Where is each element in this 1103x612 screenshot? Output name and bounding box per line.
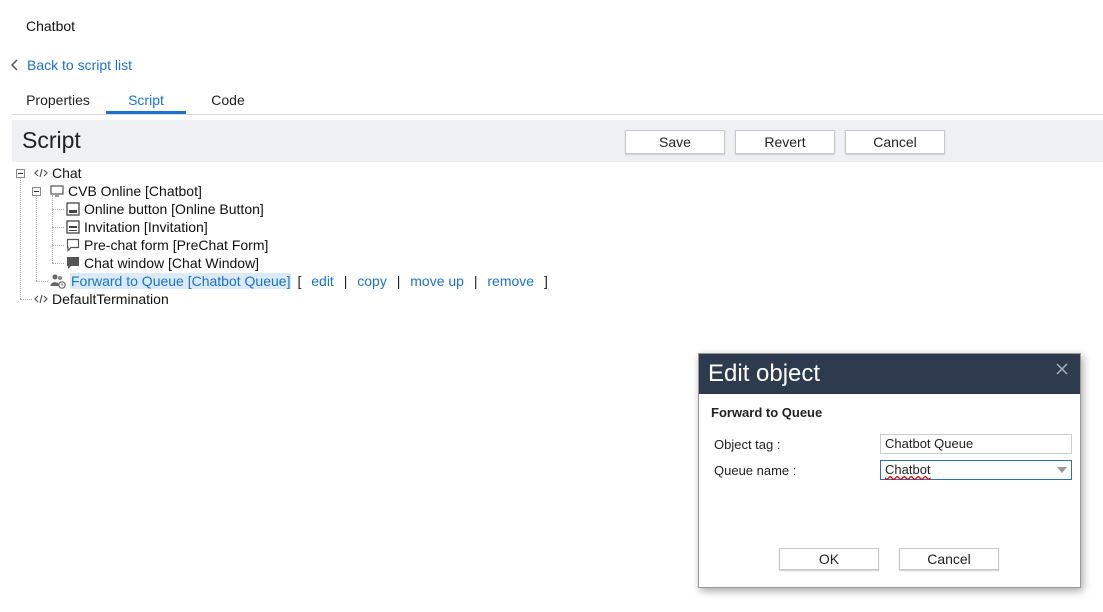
queue-users-icon xyxy=(50,274,66,289)
tree-guide xyxy=(20,177,21,299)
tree-node-default-termination[interactable]: DefaultTermination xyxy=(34,290,169,308)
tree-guide xyxy=(52,195,53,263)
invitation-icon xyxy=(66,220,80,234)
move-up-link[interactable]: move up xyxy=(410,273,464,289)
dialog-subtitle: Forward to Queue xyxy=(711,405,823,420)
revert-button[interactable]: Revert xyxy=(735,130,835,154)
remove-link[interactable]: remove xyxy=(487,273,534,289)
tree-node-label: Chat window [Chat Window] xyxy=(84,255,260,271)
bracket-open: [ xyxy=(297,273,302,289)
bracket-close: ] xyxy=(543,273,548,289)
cancel-button[interactable]: Cancel xyxy=(845,130,945,154)
tree-node-label: CVB Online [Chatbot] xyxy=(68,183,202,199)
tree-node-label-selected[interactable]: Forward to Queue [Chatbot Queue] xyxy=(70,273,292,289)
tree-guide xyxy=(52,227,64,228)
tree-node-label: Invitation [Invitation] xyxy=(84,219,208,235)
object-tag-value: Chatbot Queue xyxy=(885,436,974,451)
close-icon[interactable] xyxy=(1056,363,1068,375)
object-tag-label: Object tag : xyxy=(714,437,781,452)
chevron-down-icon[interactable] xyxy=(1057,467,1067,473)
tree-node-chat-window[interactable]: Chat window [Chat Window] xyxy=(66,254,259,272)
queue-name-select[interactable]: Chatbot xyxy=(880,460,1072,480)
tree-guide xyxy=(52,263,64,264)
ok-button[interactable]: OK xyxy=(779,548,879,570)
code-icon xyxy=(34,294,48,304)
script-tree: Chat CVB Online [Chatbot] Online button … xyxy=(0,0,700,320)
tree-node-prechat-form[interactable]: Pre-chat form [PreChat Form] xyxy=(66,236,268,254)
separator: | xyxy=(473,273,478,289)
tree-node-cvb-online[interactable]: CVB Online [Chatbot] xyxy=(50,182,202,200)
tree-guide xyxy=(36,195,37,281)
queue-name-value: Chatbot xyxy=(885,462,931,477)
speech-bubble-outline-icon xyxy=(66,238,80,252)
copy-link[interactable]: copy xyxy=(357,273,387,289)
monitor-icon xyxy=(50,185,64,197)
tree-node-invitation[interactable]: Invitation [Invitation] xyxy=(66,218,208,236)
separator: | xyxy=(396,273,401,289)
tree-node-label: Pre-chat form [PreChat Form] xyxy=(84,237,269,253)
edit-object-dialog: Edit object Forward to Queue Object tag … xyxy=(698,353,1081,588)
queue-name-label: Queue name : xyxy=(714,463,797,478)
tree-guide xyxy=(20,299,32,300)
tree-guide xyxy=(52,245,64,246)
tree-node-forward-to-queue[interactable]: Forward to Queue [Chatbot Queue] [ edit … xyxy=(50,272,548,290)
dialog-cancel-button[interactable]: Cancel xyxy=(899,548,999,570)
tree-node-label: Online button [Online Button] xyxy=(84,201,264,217)
code-icon xyxy=(34,168,48,178)
tree-guide xyxy=(36,281,48,282)
tree-node-label: DefaultTermination xyxy=(52,291,169,307)
object-tag-input[interactable]: Chatbot Queue xyxy=(880,434,1072,454)
edit-link[interactable]: edit xyxy=(311,273,334,289)
tree-node-online-button[interactable]: Online button [Online Button] xyxy=(66,200,264,218)
speech-bubble-filled-icon xyxy=(67,257,79,269)
online-button-icon xyxy=(66,202,80,216)
dialog-header: Edit object xyxy=(699,354,1080,394)
separator: | xyxy=(343,273,348,289)
collapse-toggle[interactable] xyxy=(16,169,25,178)
node-actions: [ edit | copy | move up | remove ] xyxy=(297,273,547,289)
dialog-title: Edit object xyxy=(708,360,821,387)
collapse-toggle[interactable] xyxy=(32,187,41,196)
tree-guide xyxy=(52,209,64,210)
tree-node-label: Chat xyxy=(52,165,82,181)
tree-node-chat[interactable]: Chat xyxy=(34,164,82,182)
